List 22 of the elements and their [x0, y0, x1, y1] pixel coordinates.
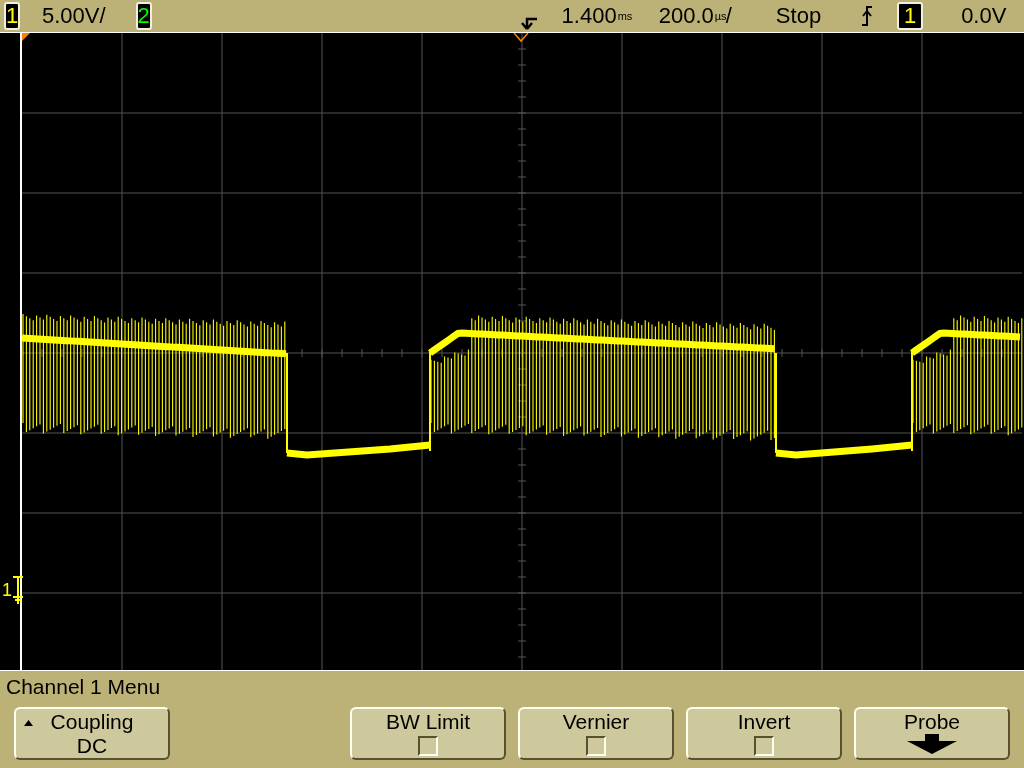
- softkey[interactable]: Vernier: [518, 707, 674, 760]
- checkbox[interactable]: [418, 736, 438, 756]
- trigger-position-icon: [519, 15, 538, 31]
- vertical-scale: 5.00V/: [42, 3, 106, 29]
- trigger-level: 0.0V: [961, 3, 1007, 29]
- channel-key[interactable]: 1: [4, 2, 20, 30]
- checkbox[interactable]: [586, 736, 606, 756]
- softkey[interactable]: Invert: [686, 707, 842, 760]
- trigger-marker-icon: [513, 33, 529, 43]
- ground-icon: [12, 575, 24, 605]
- softkey[interactable]: Coupling DC: [14, 707, 170, 760]
- ground-marker-label: 1: [2, 579, 12, 601]
- down-arrow-icon: [907, 734, 957, 754]
- checkbox[interactable]: [754, 736, 774, 756]
- menu-title: Channel 1 Menu: [6, 675, 162, 700]
- trigger-source[interactable]: 1: [897, 2, 924, 30]
- channel-key[interactable]: 2: [135, 2, 152, 30]
- softkey[interactable]: BW Limit: [350, 707, 506, 760]
- run-state: Stop: [775, 3, 822, 29]
- rising-edge-icon: [861, 6, 874, 26]
- up-triangle-icon: [24, 720, 33, 726]
- softkey[interactable]: Probe: [854, 707, 1010, 760]
